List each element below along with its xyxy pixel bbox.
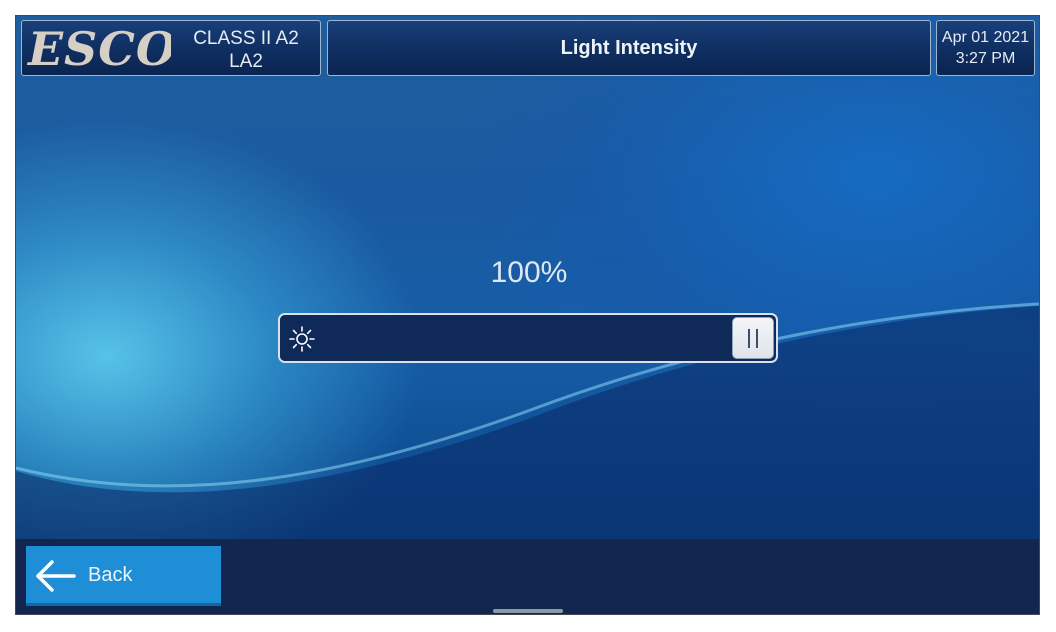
pause-bars-icon [748, 329, 750, 348]
header-datetime-panel: Apr 01 2021 3:27 PM [936, 20, 1035, 76]
slider-fill [280, 315, 753, 361]
intensity-value: 100% [490, 256, 568, 289]
esco-logo: ESCO [26, 25, 171, 73]
slider-thumb[interactable] [732, 317, 774, 359]
svg-text:ESCO: ESCO [26, 25, 171, 73]
light-intensity-slider[interactable] [278, 313, 778, 363]
date-label: Apr 01 2021 [941, 29, 1030, 46]
time-label: 3:27 PM [955, 50, 1016, 67]
model-class: CLASS II A2 [193, 28, 299, 49]
page-title: Light Intensity [560, 36, 698, 59]
back-button[interactable]: Back [26, 546, 221, 606]
model-name: LA2 [229, 51, 263, 72]
footer-bar: Back [16, 539, 1039, 614]
header-logo-panel: ESCO CLASS II A2 LA2 [21, 20, 321, 76]
sun-icon [289, 326, 315, 352]
drag-handle[interactable] [493, 609, 563, 613]
pause-bars-icon [756, 329, 758, 348]
device-screen: ESCO CLASS II A2 LA2 Light Intensity Apr… [15, 15, 1040, 615]
header-title-panel: Light Intensity [327, 20, 931, 76]
back-label: Back [88, 564, 133, 586]
arrow-left-icon [36, 560, 76, 592]
model-label: CLASS II A2 LA2 [172, 27, 320, 73]
